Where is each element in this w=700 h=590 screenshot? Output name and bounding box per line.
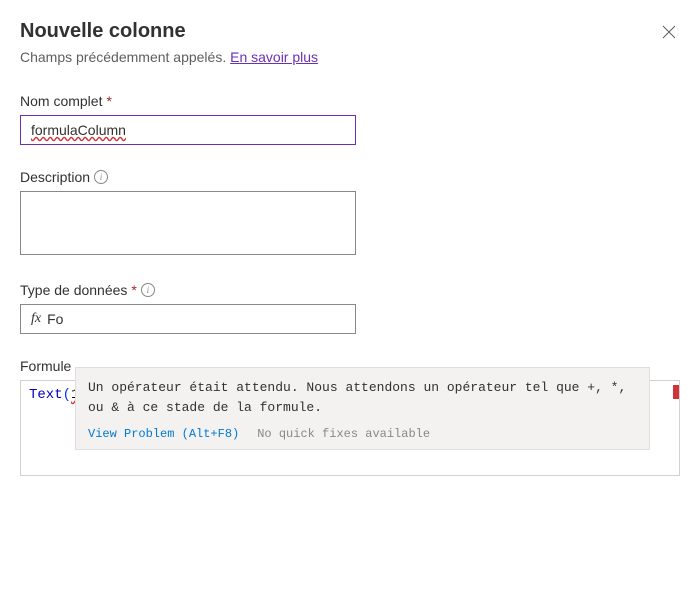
fx-icon: fx [31, 311, 41, 327]
label-text: Type de données [20, 282, 127, 298]
label-text: Formule [20, 358, 71, 374]
close-icon[interactable] [658, 20, 680, 46]
dialog-subtitle: Champs précédemment appelés. En savoir p… [20, 49, 680, 65]
tooltip-message: Un opérateur était attendu. Nous attendo… [76, 368, 649, 421]
display-name-value: formulaColumn [31, 122, 126, 138]
label-text: Nom complet [20, 93, 102, 109]
display-name-input[interactable]: formulaColumn [20, 115, 356, 145]
learn-more-link[interactable]: En savoir plus [230, 49, 318, 65]
field-display-name: Nom complet * formulaColumn [20, 93, 680, 145]
field-description: Description i [20, 169, 680, 258]
required-asterisk-icon: * [131, 282, 136, 298]
data-type-label: Type de données * i [20, 282, 680, 298]
description-label: Description i [20, 169, 680, 185]
description-input[interactable] [20, 191, 356, 255]
dialog-title: Nouvelle colonne [20, 20, 186, 43]
data-type-select[interactable]: fx Fo [20, 304, 356, 334]
info-icon[interactable]: i [94, 170, 108, 184]
formula-token-function: Text [29, 387, 63, 403]
field-data-type: Type de données * i fx Fo [20, 282, 680, 334]
required-asterisk-icon: * [106, 93, 111, 109]
formula-token-paren: ( [63, 387, 71, 403]
subtitle-text: Champs précédemment appelés. [20, 49, 230, 65]
view-problem-link[interactable]: View Problem (Alt+F8) [88, 427, 239, 441]
error-marker-icon [673, 385, 679, 399]
label-text: Description [20, 169, 90, 185]
info-icon[interactable]: i [141, 283, 155, 297]
display-name-label: Nom complet * [20, 93, 680, 109]
error-tooltip: Un opérateur était attendu. Nous attendo… [75, 367, 650, 450]
data-type-value: Fo [47, 311, 63, 327]
no-quick-fixes-text: No quick fixes available [257, 427, 430, 441]
